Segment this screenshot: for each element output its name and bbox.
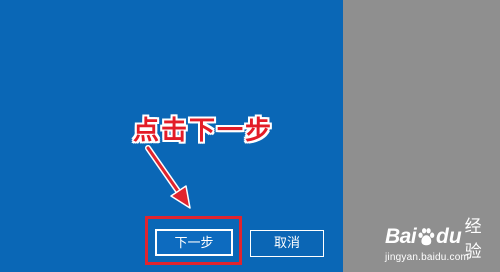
highlight-box	[145, 216, 242, 265]
annotation-label: 点击下一步	[133, 116, 274, 146]
watermark-logo-bai: Bai	[385, 225, 417, 248]
watermark-url: jingyan.baidu.com	[385, 252, 470, 263]
watermark-logo-du: du	[436, 225, 462, 248]
baidu-jingyan-watermark: Bai du 经验 jingyan.baidu.com	[385, 212, 495, 268]
watermark-logo-jingyan: 经验	[464, 217, 482, 262]
paw-icon	[418, 228, 435, 246]
screenshot-stage: 下一步 取消 点击下一步 Bai du 经验 jingyan.baidu.com	[0, 0, 500, 272]
cancel-button[interactable]: 取消	[250, 230, 324, 257]
